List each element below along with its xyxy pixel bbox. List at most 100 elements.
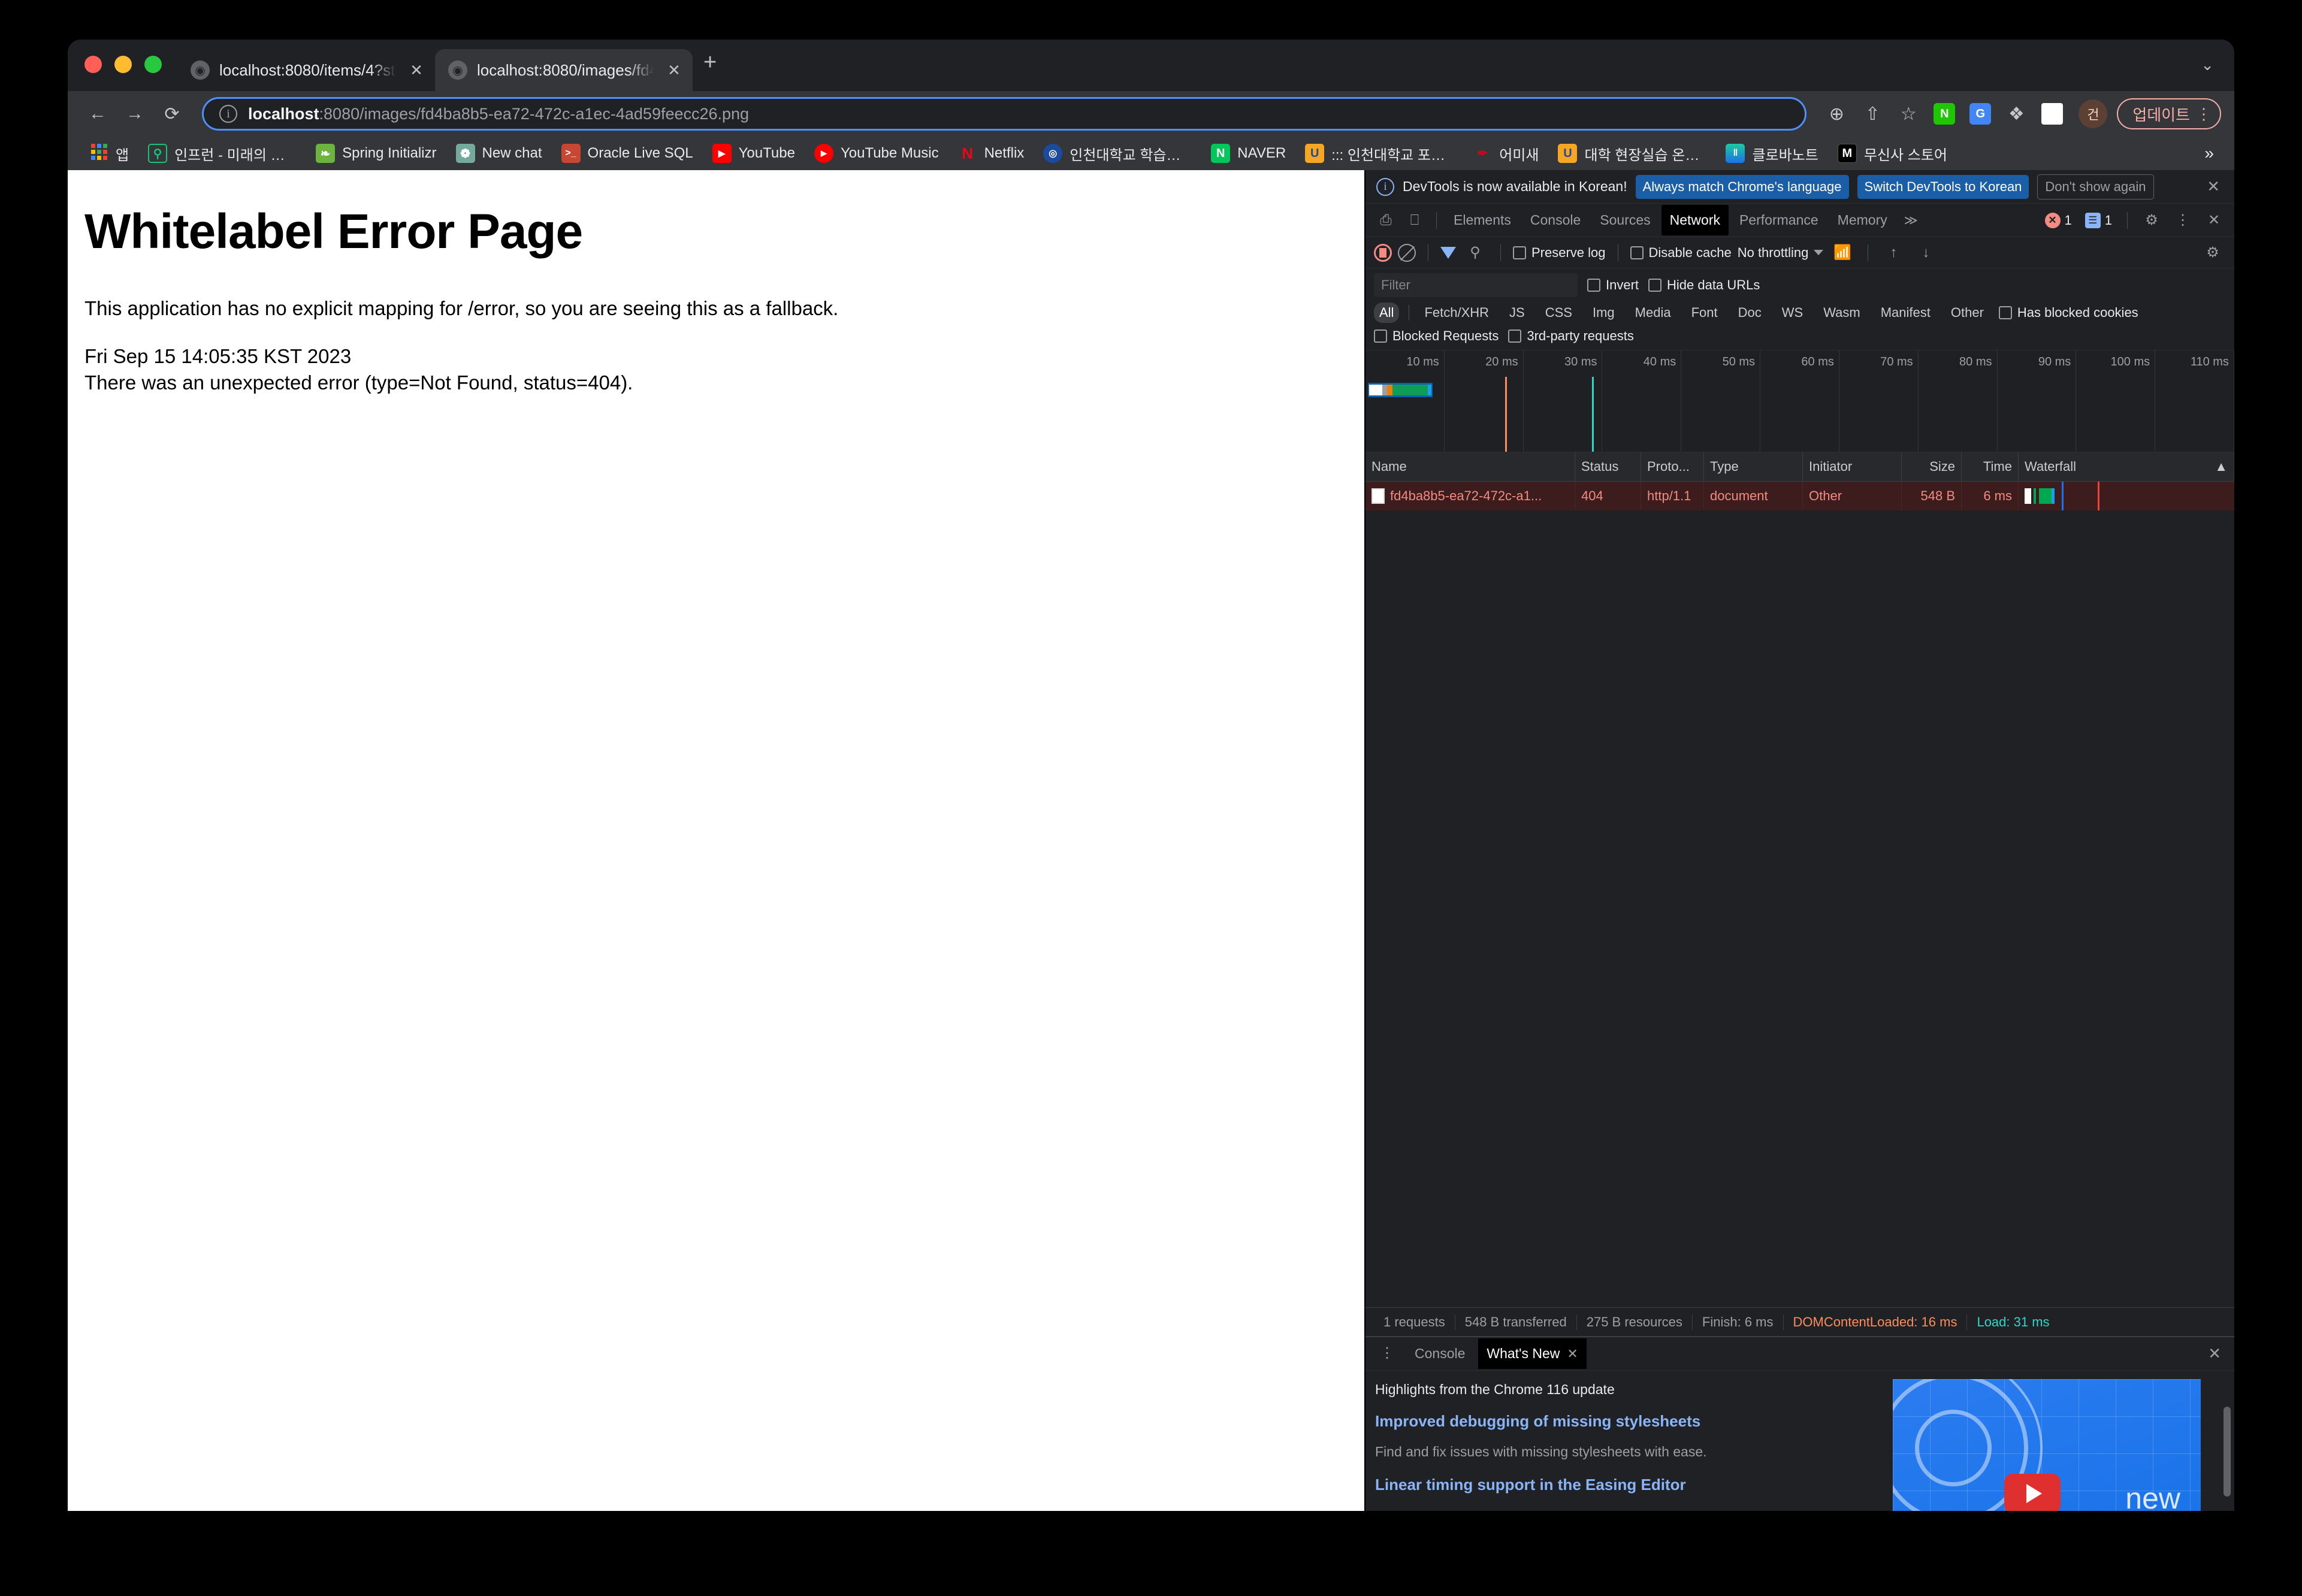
bookmark-item[interactable]: ❧ Spring Initializr	[306, 144, 446, 163]
bookmark-apps[interactable]: 앱	[80, 143, 138, 164]
close-drawer-icon[interactable]: ✕	[2208, 1344, 2227, 1363]
switch-to-korean-button[interactable]: Switch DevTools to Korean	[1857, 174, 2029, 199]
column-header-waterfall[interactable]: Waterfall ▲	[2019, 452, 2234, 481]
minimize-window-button[interactable]	[114, 56, 132, 73]
close-tab-icon[interactable]: ✕	[664, 61, 684, 80]
close-icon[interactable]: ✕	[1567, 1346, 1578, 1362]
browser-tab-2[interactable]: ◉ localhost:8080/images/fd4ba8 ✕	[435, 49, 693, 91]
third-party-requests-checkbox[interactable]: 3rd-party requests	[1508, 328, 1634, 344]
forward-button[interactable]: →	[118, 97, 152, 131]
tab-list-chevron-icon[interactable]: ⌄	[2201, 56, 2234, 91]
extensions-puzzle-icon[interactable]: ❖	[1999, 97, 2033, 131]
filter-type-css[interactable]: CSS	[1540, 303, 1578, 323]
filter-input[interactable]: Filter	[1374, 273, 1578, 297]
address-bar[interactable]: i localhost:8080/images/fd4ba8b5-ea72-47…	[202, 97, 1807, 131]
bookmark-item[interactable]: N NAVER	[1201, 144, 1295, 163]
drawer-tab-whats-new[interactable]: What's New ✕	[1478, 1338, 1587, 1369]
error-count-badge[interactable]: ✕ 1	[2041, 211, 2076, 230]
close-icon[interactable]: ✕	[2207, 177, 2224, 196]
bookmark-item[interactable]: ▶ YouTube Music	[805, 144, 948, 163]
import-har-icon[interactable]: ↑	[1880, 240, 1907, 266]
gear-icon[interactable]: ⚙	[2138, 207, 2165, 234]
drawer-kebab-icon[interactable]: ⋮	[1373, 1346, 1401, 1361]
bookmark-item[interactable]: ‖ 클로바노트	[1716, 143, 1827, 164]
always-match-language-button[interactable]: Always match Chrome's language	[1635, 174, 1849, 199]
filter-type-fetch-xhr[interactable]: Fetch/XHR	[1419, 303, 1494, 323]
blocked-requests-checkbox[interactable]: Blocked Requests	[1374, 328, 1499, 344]
network-conditions-icon[interactable]: 📶	[1829, 240, 1856, 266]
update-button[interactable]: 업데이트 ⋮	[2117, 98, 2221, 129]
network-overview-timeline[interactable]: 10 ms 20 ms 30 ms 40 ms 50 ms 60 ms 70 m…	[1366, 350, 2234, 452]
column-header-type[interactable]: Type	[1704, 452, 1803, 481]
maximize-window-button[interactable]	[144, 56, 162, 73]
filter-type-font[interactable]: Font	[1686, 303, 1723, 323]
bookmark-item[interactable]: U 대학 현장실습 온라인...	[1548, 143, 1716, 164]
table-row[interactable]: fd4ba8b5-ea72-472c-a1... 404 http/1.1 do…	[1366, 482, 2234, 510]
drawer-tab-console[interactable]: Console	[1406, 1338, 1473, 1369]
column-header-initiator[interactable]: Initiator	[1803, 452, 1902, 481]
filter-icon[interactable]	[1440, 246, 1456, 259]
bookmark-item[interactable]: U::: 인천대학교 포털시...	[1295, 143, 1463, 164]
hide-data-urls-checkbox[interactable]: Hide data URLs	[1648, 277, 1760, 293]
search-icon[interactable]: ⚲	[1462, 240, 1488, 266]
filter-type-media[interactable]: Media	[1630, 303, 1676, 323]
bookmarks-overflow-icon[interactable]: »	[2204, 144, 2222, 163]
filter-type-manifest[interactable]: Manifest	[1875, 303, 1936, 323]
bookmark-star-icon[interactable]: ☆	[1892, 97, 1925, 131]
close-tab-icon[interactable]: ✕	[406, 61, 427, 80]
bookmark-item[interactable]: >_ Oracle Live SQL	[552, 144, 703, 163]
column-header-size[interactable]: Size	[1902, 452, 1962, 481]
share-icon[interactable]: ⇧	[1856, 97, 1889, 131]
site-info-icon[interactable]: i	[219, 105, 237, 123]
naver-extension-icon[interactable]: N	[1934, 103, 1956, 125]
inspect-icon[interactable]: ⎙	[1373, 207, 1399, 234]
bookmark-item[interactable]: ❁ New chat	[446, 144, 552, 163]
close-devtools-icon[interactable]: ✕	[2201, 207, 2227, 234]
more-tabs-icon[interactable]: ≫	[1898, 213, 1924, 228]
column-header-protocol[interactable]: Proto...	[1641, 452, 1704, 481]
tab-performance[interactable]: Performance	[1731, 205, 1827, 235]
side-panel-icon[interactable]	[2041, 103, 2064, 125]
filter-type-img[interactable]: Img	[1587, 303, 1620, 323]
bookmark-item[interactable]: ▶ YouTube	[703, 144, 805, 163]
has-blocked-cookies-checkbox[interactable]: Has blocked cookies	[1998, 305, 2138, 321]
tab-memory[interactable]: Memory	[1829, 205, 1896, 235]
drawer-scrollbar[interactable]	[2224, 1407, 2231, 1497]
tab-elements[interactable]: Elements	[1445, 205, 1519, 235]
preserve-log-checkbox[interactable]: Preserve log	[1513, 245, 1606, 261]
column-header-name[interactable]: Name	[1366, 452, 1575, 481]
tab-console[interactable]: Console	[1522, 205, 1589, 235]
back-button[interactable]: ←	[81, 97, 114, 131]
close-window-button[interactable]	[84, 56, 102, 73]
record-icon[interactable]	[1374, 243, 1392, 262]
reload-button[interactable]: ⟳	[155, 97, 189, 131]
filter-type-js[interactable]: JS	[1504, 303, 1530, 323]
filter-type-doc[interactable]: Doc	[1733, 303, 1767, 323]
clear-icon[interactable]	[1398, 243, 1416, 262]
filter-type-wasm[interactable]: Wasm	[1818, 303, 1866, 323]
avatar[interactable]: 건	[2079, 99, 2108, 128]
youtube-play-icon[interactable]	[2004, 1474, 2061, 1511]
throttling-select[interactable]: No throttling	[1738, 245, 1824, 261]
bookmark-item[interactable]: ◎ 인천대학교 학습관리...	[1034, 143, 1201, 164]
new-tab-button[interactable]: +	[693, 50, 727, 91]
tab-sources[interactable]: Sources	[1591, 205, 1658, 235]
whats-new-thumbnail[interactable]: new	[1893, 1379, 2201, 1511]
kebab-icon[interactable]: ⋮	[2170, 207, 2196, 234]
browser-tab-1[interactable]: ◉ localhost:8080/items/4?status ✕	[177, 49, 435, 91]
message-count-badge[interactable]: ☰ 1	[2081, 211, 2116, 230]
column-header-status[interactable]: Status	[1575, 452, 1641, 481]
export-har-icon[interactable]: ↓	[1913, 240, 1939, 266]
filter-type-other[interactable]: Other	[1945, 303, 1989, 323]
device-toolbar-icon[interactable]: ⎕	[1401, 207, 1428, 234]
zoom-icon[interactable]: ⊕	[1820, 97, 1853, 131]
filter-type-ws[interactable]: WS	[1777, 303, 1808, 323]
bookmark-item[interactable]: M 무신사 스토어	[1828, 143, 1957, 164]
gear-icon[interactable]: ⚙	[2200, 240, 2226, 266]
bookmark-item[interactable]: ⚲ 인프런 - 미래의 동료...	[138, 143, 306, 164]
tab-network[interactable]: Network	[1661, 205, 1729, 235]
chrome-menu-icon[interactable]: ⋮	[2196, 106, 2212, 122]
invert-checkbox[interactable]: Invert	[1587, 277, 1639, 293]
bookmark-item[interactable]: N Netflix	[948, 144, 1034, 163]
bookmark-item[interactable]: ✒ 어미새	[1463, 143, 1548, 164]
